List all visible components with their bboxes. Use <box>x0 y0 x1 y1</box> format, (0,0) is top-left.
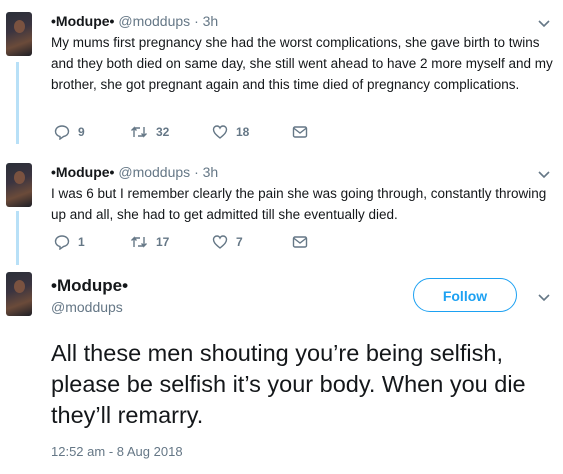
message-icon <box>292 236 308 248</box>
like-count: 7 <box>236 235 243 249</box>
retweet-count: 17 <box>156 235 170 249</box>
author-handle[interactable]: @moddups <box>118 13 190 29</box>
reply-count: 1 <box>78 235 85 249</box>
retweet-button[interactable]: 32 <box>130 124 212 140</box>
thread-line <box>16 211 19 265</box>
tweet-text: My mums first pregnancy she had the wors… <box>51 35 553 92</box>
retweet-icon <box>131 126 147 138</box>
like-icon <box>212 235 228 249</box>
retweet-button[interactable]: 17 <box>130 234 212 250</box>
tweet[interactable]: •Modupe• @moddups · 3h My mums first pre… <box>51 12 553 95</box>
tweet[interactable]: •Modupe• @moddups · 3h I was 6 but I rem… <box>51 163 553 225</box>
avatar[interactable] <box>6 272 32 316</box>
tweet-actions: 9 32 18 <box>54 124 308 140</box>
author-name[interactable]: •Modupe• <box>51 164 114 180</box>
message-button[interactable] <box>292 235 308 249</box>
tweet-timestamp[interactable]: 12:52 am - 8 Aug 2018 <box>51 444 183 459</box>
chevron-down-icon[interactable] <box>537 290 551 304</box>
tweet-header: •Modupe• @moddups · 3h <box>51 12 553 30</box>
retweet-icon <box>131 236 147 248</box>
reply-icon <box>54 125 70 140</box>
avatar[interactable] <box>6 12 32 56</box>
tweet-actions: 1 17 7 <box>54 234 308 250</box>
author-name[interactable]: •Modupe• <box>51 13 114 29</box>
chevron-down-icon[interactable] <box>537 167 551 181</box>
chevron-down-icon[interactable] <box>537 16 551 30</box>
message-button[interactable] <box>292 125 308 139</box>
main-tweet-text: All these men shouting you’re being self… <box>51 340 526 428</box>
reply-count: 9 <box>78 125 85 139</box>
like-count: 18 <box>236 125 250 139</box>
tweet-text: I was 6 but I remember clearly the pain … <box>51 186 547 222</box>
reply-button[interactable]: 1 <box>54 234 130 250</box>
tweet-header: •Modupe• @moddups · 3h <box>51 163 553 181</box>
message-icon <box>292 126 308 138</box>
follow-button[interactable]: Follow <box>413 278 517 312</box>
like-icon <box>212 125 228 139</box>
main-author-name[interactable]: •Modupe• <box>51 276 128 296</box>
like-button[interactable]: 7 <box>212 234 292 250</box>
reply-icon <box>54 235 70 250</box>
like-button[interactable]: 18 <box>212 124 292 140</box>
author-handle[interactable]: @moddups <box>118 164 190 180</box>
reply-button[interactable]: 9 <box>54 124 130 140</box>
retweet-count: 32 <box>156 125 170 139</box>
tweet-time[interactable]: · 3h <box>194 13 218 29</box>
tweet-time[interactable]: · 3h <box>194 164 218 180</box>
main-author-handle[interactable]: @moddups <box>51 299 123 315</box>
thread-line <box>16 62 19 144</box>
avatar[interactable] <box>6 163 32 207</box>
